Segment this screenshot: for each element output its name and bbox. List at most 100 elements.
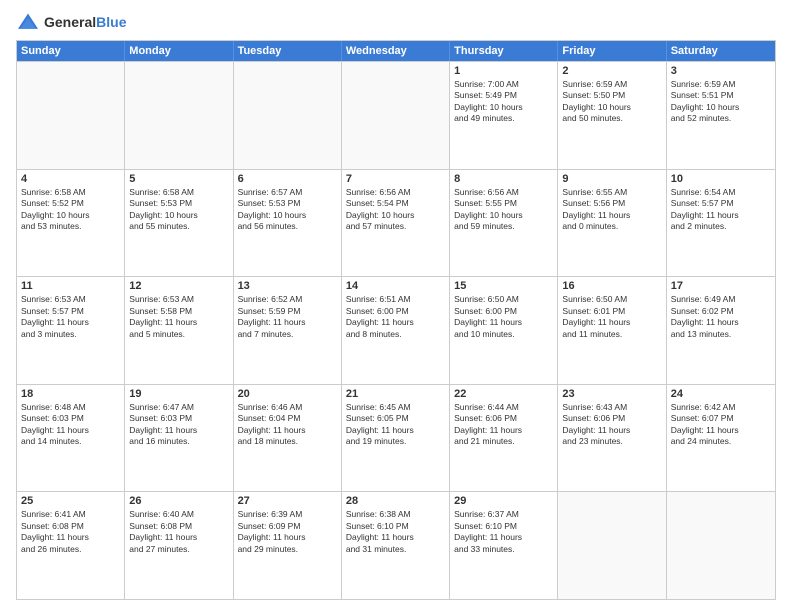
day-number: 28	[346, 495, 445, 507]
day-number: 11	[21, 280, 120, 292]
day-info: Sunrise: 6:53 AM Sunset: 5:57 PM Dayligh…	[21, 294, 120, 340]
logo-icon	[16, 12, 40, 32]
header-day-friday: Friday	[558, 41, 666, 61]
calendar-cell: 13Sunrise: 6:52 AM Sunset: 5:59 PM Dayli…	[234, 277, 342, 384]
day-info: Sunrise: 6:45 AM Sunset: 6:05 PM Dayligh…	[346, 402, 445, 448]
day-number: 9	[562, 173, 661, 185]
day-info: Sunrise: 6:53 AM Sunset: 5:58 PM Dayligh…	[129, 294, 228, 340]
day-number: 19	[129, 388, 228, 400]
day-number: 27	[238, 495, 337, 507]
calendar-cell: 12 Sunrise: 6:53 AM Sunset: 5:58 PM Dayli…	[125, 277, 233, 384]
header-day-saturday: Saturday	[667, 41, 775, 61]
day-number: 8	[454, 173, 553, 185]
calendar-cell: 8 Sunrise: 6:56 AM Sunset: 5:55 PM Daylig…	[450, 170, 558, 277]
header: GeneralBlue	[16, 12, 776, 32]
day-info: Sunrise: 6:49 AM Sunset: 6:02 PM Dayligh…	[671, 294, 771, 340]
day-number: 6	[238, 173, 337, 185]
calendar-row-2: 4Sunrise: 6:58 AM Sunset: 5:52 PM Daylig…	[17, 169, 775, 277]
day-number: 16	[562, 280, 661, 292]
calendar-cell: 6 Sunrise: 6:57 AM Sunset: 5:53 PM Daylig…	[234, 170, 342, 277]
calendar-cell: 16 Sunrise: 6:50 AM Sunset: 6:01 PM Dayli…	[558, 277, 666, 384]
calendar-cell	[125, 62, 233, 169]
calendar-cell	[667, 492, 775, 599]
day-info: Sunrise: 6:57 AM Sunset: 5:53 PM Dayligh…	[238, 187, 337, 233]
calendar-cell: 20 Sunrise: 6:46 AM Sunset: 6:04 PM Dayli…	[234, 385, 342, 492]
day-info: Sunrise: 6:50 AM Sunset: 6:01 PM Dayligh…	[562, 294, 661, 340]
header-day-sunday: Sunday	[17, 41, 125, 61]
calendar-cell: 5 Sunrise: 6:58 AM Sunset: 5:53 PM Daylig…	[125, 170, 233, 277]
day-number: 17	[671, 280, 771, 292]
calendar-cell: 21 Sunrise: 6:45 AM Sunset: 6:05 PM Dayli…	[342, 385, 450, 492]
calendar-row-1: 1 Sunrise: 7:00 AM Sunset: 5:49 PM Daylig…	[17, 61, 775, 169]
day-number: 4	[21, 173, 120, 185]
day-info: Sunrise: 6:37 AM Sunset: 6:10 PM Dayligh…	[454, 509, 553, 555]
calendar-cell: 24Sunrise: 6:42 AM Sunset: 6:07 PM Dayli…	[667, 385, 775, 492]
calendar-cell: 17 Sunrise: 6:49 AM Sunset: 6:02 PM Dayli…	[667, 277, 775, 384]
day-info: Sunrise: 6:40 AM Sunset: 6:08 PM Dayligh…	[129, 509, 228, 555]
day-number: 2	[562, 65, 661, 77]
day-number: 14	[346, 280, 445, 292]
calendar-cell: 19 Sunrise: 6:47 AM Sunset: 6:03 PM Dayli…	[125, 385, 233, 492]
day-info: Sunrise: 6:50 AM Sunset: 6:00 PM Dayligh…	[454, 294, 553, 340]
day-number: 20	[238, 388, 337, 400]
day-info: Sunrise: 6:56 AM Sunset: 5:55 PM Dayligh…	[454, 187, 553, 233]
day-info: Sunrise: 6:55 AM Sunset: 5:56 PM Dayligh…	[562, 187, 661, 233]
calendar-cell: 23 Sunrise: 6:43 AM Sunset: 6:06 PM Dayli…	[558, 385, 666, 492]
day-info: Sunrise: 6:48 AM Sunset: 6:03 PM Dayligh…	[21, 402, 120, 448]
day-number: 26	[129, 495, 228, 507]
calendar-cell: 22 Sunrise: 6:44 AM Sunset: 6:06 PM Dayli…	[450, 385, 558, 492]
day-number: 18	[21, 388, 120, 400]
calendar-row-5: 25 Sunrise: 6:41 AM Sunset: 6:08 PM Dayli…	[17, 491, 775, 599]
day-info: Sunrise: 6:47 AM Sunset: 6:03 PM Dayligh…	[129, 402, 228, 448]
day-number: 12	[129, 280, 228, 292]
header-day-tuesday: Tuesday	[234, 41, 342, 61]
day-number: 15	[454, 280, 553, 292]
day-info: Sunrise: 6:52 AM Sunset: 5:59 PM Dayligh…	[238, 294, 337, 340]
calendar-cell: 1 Sunrise: 7:00 AM Sunset: 5:49 PM Daylig…	[450, 62, 558, 169]
calendar-cell	[234, 62, 342, 169]
day-number: 22	[454, 388, 553, 400]
day-info: Sunrise: 6:38 AM Sunset: 6:10 PM Dayligh…	[346, 509, 445, 555]
calendar-cell	[558, 492, 666, 599]
day-info: Sunrise: 6:56 AM Sunset: 5:54 PM Dayligh…	[346, 187, 445, 233]
calendar-cell: 10 Sunrise: 6:54 AM Sunset: 5:57 PM Dayli…	[667, 170, 775, 277]
day-number: 25	[21, 495, 120, 507]
day-info: Sunrise: 6:39 AM Sunset: 6:09 PM Dayligh…	[238, 509, 337, 555]
day-info: Sunrise: 6:59 AM Sunset: 5:50 PM Dayligh…	[562, 79, 661, 125]
day-info: Sunrise: 6:42 AM Sunset: 6:07 PM Dayligh…	[671, 402, 771, 448]
header-day-wednesday: Wednesday	[342, 41, 450, 61]
day-info: Sunrise: 7:00 AM Sunset: 5:49 PM Dayligh…	[454, 79, 553, 125]
calendar-cell: 18 Sunrise: 6:48 AM Sunset: 6:03 PM Dayli…	[17, 385, 125, 492]
day-number: 5	[129, 173, 228, 185]
page: GeneralBlue SundayMondayTuesdayWednesday…	[0, 0, 792, 612]
calendar-cell: 2 Sunrise: 6:59 AM Sunset: 5:50 PM Daylig…	[558, 62, 666, 169]
calendar-cell: 3Sunrise: 6:59 AM Sunset: 5:51 PM Daylig…	[667, 62, 775, 169]
day-number: 10	[671, 173, 771, 185]
calendar-cell: 9 Sunrise: 6:55 AM Sunset: 5:56 PM Daylig…	[558, 170, 666, 277]
day-info: Sunrise: 6:44 AM Sunset: 6:06 PM Dayligh…	[454, 402, 553, 448]
logo: GeneralBlue	[16, 12, 126, 32]
calendar-cell: 26 Sunrise: 6:40 AM Sunset: 6:08 PM Dayli…	[125, 492, 233, 599]
day-number: 23	[562, 388, 661, 400]
calendar-cell: 11 Sunrise: 6:53 AM Sunset: 5:57 PM Dayli…	[17, 277, 125, 384]
calendar-header: SundayMondayTuesdayWednesdayThursdayFrid…	[17, 41, 775, 61]
calendar-cell: 25 Sunrise: 6:41 AM Sunset: 6:08 PM Dayli…	[17, 492, 125, 599]
day-number: 1	[454, 65, 553, 77]
header-day-thursday: Thursday	[450, 41, 558, 61]
day-info: Sunrise: 6:43 AM Sunset: 6:06 PM Dayligh…	[562, 402, 661, 448]
day-info: Sunrise: 6:51 AM Sunset: 6:00 PM Dayligh…	[346, 294, 445, 340]
calendar-cell: 27 Sunrise: 6:39 AM Sunset: 6:09 PM Dayli…	[234, 492, 342, 599]
day-info: Sunrise: 6:41 AM Sunset: 6:08 PM Dayligh…	[21, 509, 120, 555]
calendar-cell: 4Sunrise: 6:58 AM Sunset: 5:52 PM Daylig…	[17, 170, 125, 277]
calendar-row-4: 18 Sunrise: 6:48 AM Sunset: 6:03 PM Dayli…	[17, 384, 775, 492]
day-info: Sunrise: 6:58 AM Sunset: 5:53 PM Dayligh…	[129, 187, 228, 233]
calendar-cell	[342, 62, 450, 169]
logo-text: GeneralBlue	[44, 14, 126, 30]
day-number: 21	[346, 388, 445, 400]
calendar-cell: 15 Sunrise: 6:50 AM Sunset: 6:00 PM Dayli…	[450, 277, 558, 384]
day-info: Sunrise: 6:54 AM Sunset: 5:57 PM Dayligh…	[671, 187, 771, 233]
calendar-cell	[17, 62, 125, 169]
day-info: Sunrise: 6:46 AM Sunset: 6:04 PM Dayligh…	[238, 402, 337, 448]
calendar-cell: 28 Sunrise: 6:38 AM Sunset: 6:10 PM Dayli…	[342, 492, 450, 599]
calendar-cell: 29Sunrise: 6:37 AM Sunset: 6:10 PM Dayli…	[450, 492, 558, 599]
